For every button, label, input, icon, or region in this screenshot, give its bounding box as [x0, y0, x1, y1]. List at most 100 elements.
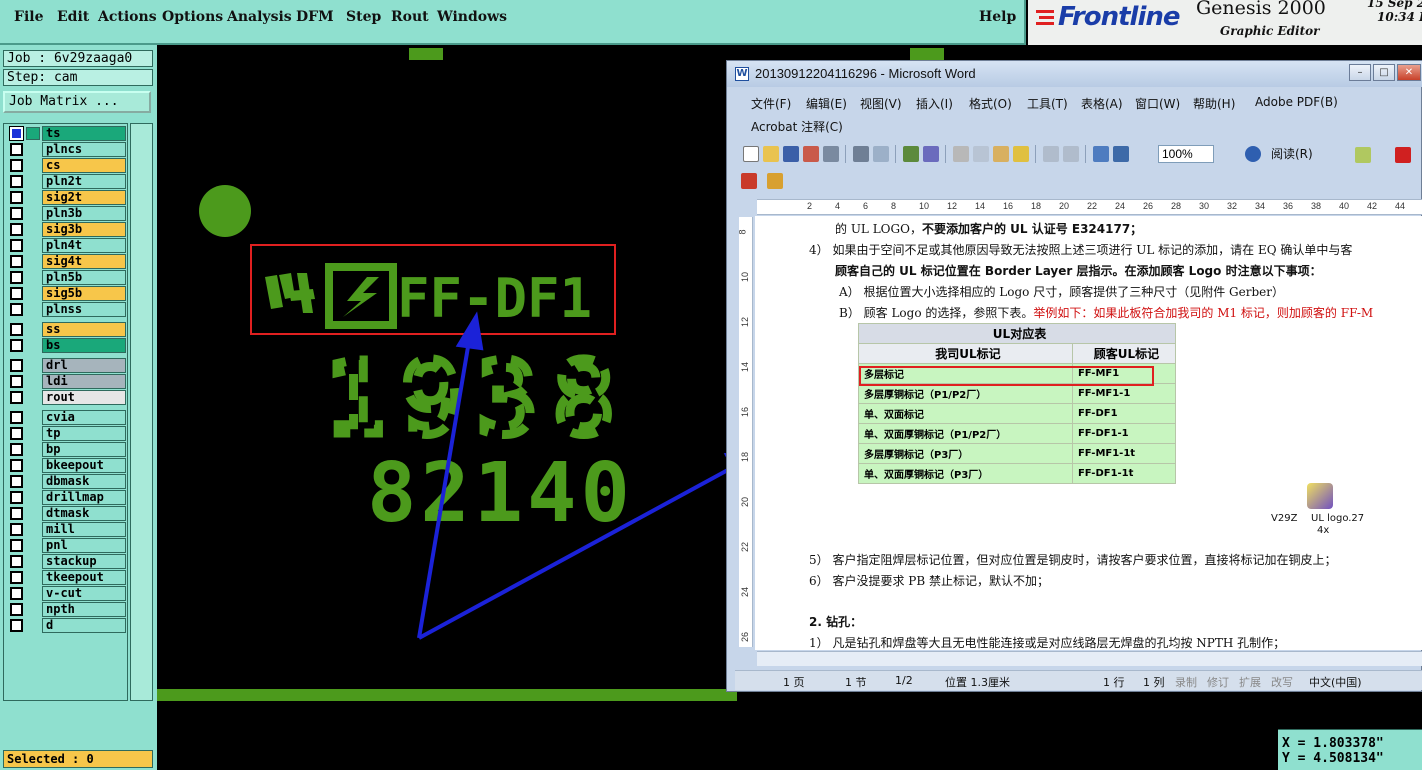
layer-name[interactable]: ts: [42, 126, 126, 141]
pdf-icon[interactable]: [741, 173, 757, 189]
layer-checkbox[interactable]: [10, 159, 23, 172]
layer-checkbox[interactable]: [10, 507, 23, 520]
layer-checkbox[interactable]: [10, 143, 23, 156]
layer-name[interactable]: drillmap: [42, 490, 126, 505]
layer-name[interactable]: cs: [42, 158, 126, 173]
layer-checkbox[interactable]: [10, 271, 23, 284]
menu-rout[interactable]: Rout: [391, 9, 429, 25]
status-overtype[interactable]: 改写: [1271, 674, 1293, 690]
menu-options[interactable]: Options: [162, 9, 223, 25]
layer-checkbox[interactable]: [10, 475, 23, 488]
layer-name[interactable]: plncs: [42, 142, 126, 157]
print-preview-icon[interactable]: [873, 146, 889, 162]
horizontal-scrollbar[interactable]: [757, 651, 1422, 666]
close-button[interactable]: ✕: [1397, 64, 1421, 81]
spelling-icon[interactable]: [903, 146, 919, 162]
word-menu-table[interactable]: 表格(A): [1081, 95, 1123, 112]
layer-name[interactable]: npth: [42, 602, 126, 617]
layer-scrollbar[interactable]: [130, 123, 153, 701]
research-icon[interactable]: [923, 146, 939, 162]
word-menu-view[interactable]: 视图(V): [860, 95, 902, 112]
layer-checkbox[interactable]: [10, 303, 23, 316]
word-menu-window[interactable]: 窗口(W): [1135, 95, 1180, 112]
layer-checkbox[interactable]: [9, 126, 24, 141]
menu-file[interactable]: File: [14, 9, 43, 25]
embedded-file-object[interactable]: V29Z UL logo.27 4x: [1271, 481, 1381, 541]
layer-checkbox[interactable]: [10, 523, 23, 536]
layer-checkbox[interactable]: [10, 491, 23, 504]
menu-analysis[interactable]: Analysis: [227, 9, 292, 25]
status-extend[interactable]: 扩展: [1239, 674, 1261, 690]
word-menu-acrobat[interactable]: Acrobat 注释(C): [751, 118, 843, 135]
layer-checkbox[interactable]: [10, 375, 23, 388]
layer-name[interactable]: plnss: [42, 302, 126, 317]
layer-name[interactable]: sig4t: [42, 254, 126, 269]
paste-icon[interactable]: [993, 146, 1009, 162]
layer-name[interactable]: cvia: [42, 410, 126, 425]
word-menu-file[interactable]: 文件(F): [751, 95, 791, 112]
menu-windows[interactable]: Windows: [437, 9, 507, 25]
layer-name[interactable]: dbmask: [42, 474, 126, 489]
layer-name[interactable]: d: [42, 618, 126, 633]
copy-icon[interactable]: [973, 146, 989, 162]
layer-checkbox[interactable]: [10, 359, 23, 372]
layer-name[interactable]: tp: [42, 426, 126, 441]
layer-checkbox[interactable]: [10, 255, 23, 268]
layer-name[interactable]: bkeepout: [42, 458, 126, 473]
layer-name[interactable]: stackup: [42, 554, 126, 569]
layer-name[interactable]: dtmask: [42, 506, 126, 521]
layer-name[interactable]: pln4t: [42, 238, 126, 253]
print-icon[interactable]: [853, 146, 869, 162]
layer-checkbox[interactable]: [10, 391, 23, 404]
menu-step[interactable]: Step: [346, 9, 381, 25]
layer-name[interactable]: sig2t: [42, 190, 126, 205]
layer-checkbox[interactable]: [10, 175, 23, 188]
status-revisions[interactable]: 修订: [1207, 674, 1229, 690]
layer-name[interactable]: ss: [42, 322, 126, 337]
menu-dfm[interactable]: DFM: [296, 9, 334, 25]
layer-checkbox[interactable]: [10, 571, 23, 584]
menu-edit[interactable]: Edit: [57, 9, 89, 25]
layer-checkbox[interactable]: [10, 339, 23, 352]
layer-name[interactable]: bp: [42, 442, 126, 457]
layer-name[interactable]: mill: [42, 522, 126, 537]
layer-checkbox[interactable]: [10, 323, 23, 336]
menu-actions[interactable]: Actions: [98, 9, 157, 25]
layer-checkbox[interactable]: [10, 443, 23, 456]
layer-name[interactable]: v-cut: [42, 586, 126, 601]
layer-name[interactable]: ldi: [42, 374, 126, 389]
layer-name[interactable]: pln3b: [42, 206, 126, 221]
layer-checkbox[interactable]: [10, 191, 23, 204]
save-icon[interactable]: [783, 146, 799, 162]
permission-icon[interactable]: [803, 146, 819, 162]
cut-icon[interactable]: [953, 146, 969, 162]
highlight-icon[interactable]: [1355, 147, 1371, 163]
layer-name[interactable]: pln2t: [42, 174, 126, 189]
layer-name[interactable]: bs: [42, 338, 126, 353]
layer-checkbox[interactable]: [10, 207, 23, 220]
layer-checkbox[interactable]: [10, 619, 23, 632]
read-button[interactable]: 阅读(R): [1271, 145, 1313, 162]
undo-icon[interactable]: [1043, 146, 1059, 162]
layer-name[interactable]: tkeepout: [42, 570, 126, 585]
new-icon[interactable]: [743, 146, 759, 162]
word-menu-edit[interactable]: 编辑(E): [806, 95, 847, 112]
table-icon[interactable]: [1113, 146, 1129, 162]
zoom-select[interactable]: 100%: [1158, 145, 1214, 163]
horizontal-ruler[interactable]: 2 4 6 8 10 12 14 16 18 20 22 24 26 28 30 32 34 36 38 40 42 44: [757, 199, 1422, 215]
word-menu-adobe[interactable]: Adobe PDF(B): [1255, 95, 1338, 109]
layer-checkbox[interactable]: [10, 459, 23, 472]
layer-checkbox[interactable]: [10, 239, 23, 252]
maximize-button[interactable]: □: [1373, 64, 1395, 81]
document-page[interactable]: 的 UL LOGO，不要添加客户的 UL 认证号 E324177； 4） 如果由…: [755, 216, 1422, 650]
layer-checkbox[interactable]: [10, 603, 23, 616]
layer-name[interactable]: sig3b: [42, 222, 126, 237]
layer-checkbox[interactable]: [10, 223, 23, 236]
job-matrix-button[interactable]: Job Matrix ...: [3, 91, 151, 113]
layer-checkbox[interactable]: [10, 411, 23, 424]
menu-help[interactable]: Help: [979, 9, 1016, 25]
layer-checkbox[interactable]: [10, 287, 23, 300]
layer-checkbox[interactable]: [10, 587, 23, 600]
word-menu-insert[interactable]: 插入(I): [916, 95, 953, 112]
vertical-ruler[interactable]: 8 10 12 14 16 18 20 22 24 26: [738, 217, 753, 647]
